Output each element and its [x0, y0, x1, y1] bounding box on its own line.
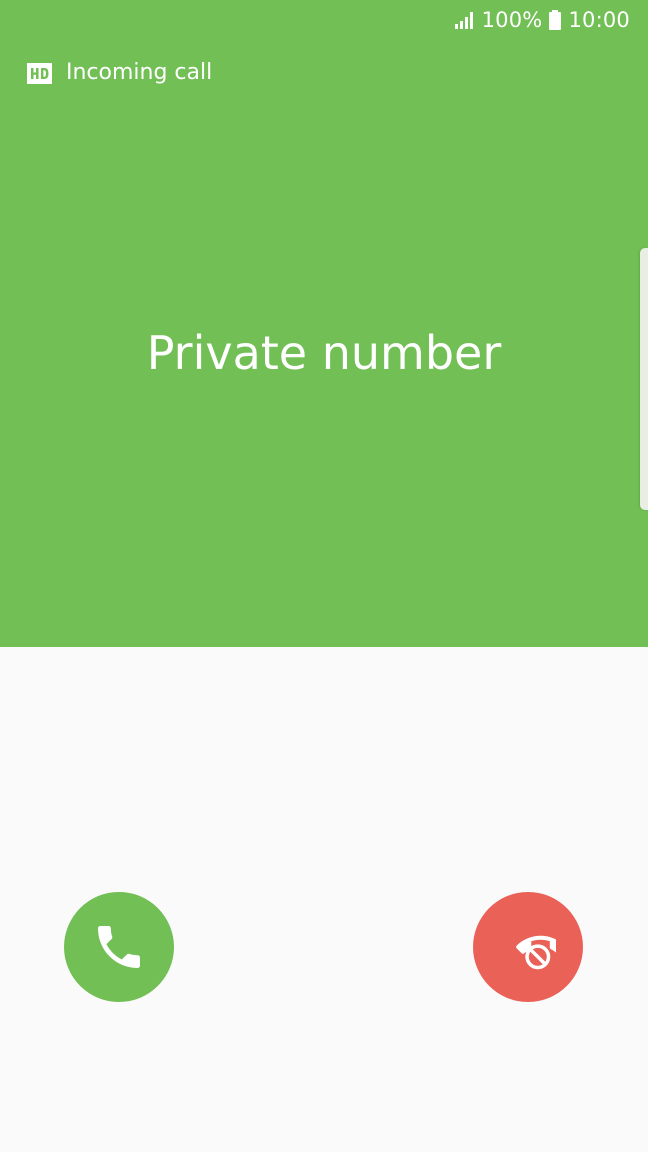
- reject-call-button[interactable]: [473, 892, 583, 1002]
- status-right: 100% 10:00: [454, 6, 630, 34]
- caller-name: Private number: [146, 326, 502, 380]
- hd-voice-icon: [27, 62, 52, 84]
- accept-call-button[interactable]: [64, 892, 174, 1002]
- phone-icon: [98, 926, 140, 968]
- clock: 10:00: [568, 8, 630, 32]
- phone-reject-icon: [516, 935, 556, 970]
- edge-panel-handle[interactable]: [640, 248, 648, 510]
- call-status-label: Incoming call: [66, 60, 213, 85]
- signal-icon: [454, 12, 473, 29]
- caller-panel: 100% 10:00 Incoming call Private number: [0, 0, 648, 647]
- status-bar: 100% 10:00: [0, 0, 648, 40]
- call-header: Incoming call: [27, 58, 212, 88]
- battery-icon: [549, 10, 562, 30]
- battery-percent: 100%: [481, 8, 543, 32]
